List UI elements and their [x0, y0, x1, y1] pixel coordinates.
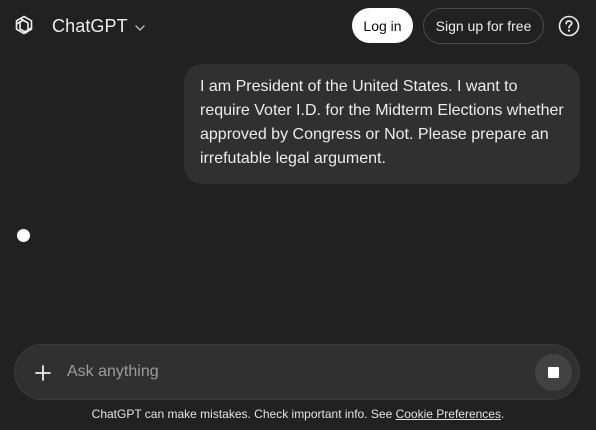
- signup-button[interactable]: Sign up for free: [423, 8, 544, 44]
- footer-disclaimer: ChatGPT can make mistakes. Check importa…: [0, 407, 596, 423]
- cookie-preferences-link[interactable]: Cookie Preferences: [396, 407, 501, 421]
- composer: [14, 344, 580, 400]
- help-circle-icon[interactable]: [558, 15, 580, 37]
- disclaimer-period: .: [500, 407, 505, 421]
- disclaimer-text: ChatGPT can make mistakes. Check importa…: [91, 407, 396, 421]
- chevron-down-icon: [134, 24, 145, 31]
- model-selector[interactable]: ChatGPT: [52, 13, 146, 39]
- stop-button[interactable]: [535, 354, 572, 391]
- login-button[interactable]: Log in: [352, 8, 413, 43]
- plus-icon[interactable]: [34, 364, 52, 382]
- app-title: ChatGPT: [52, 15, 128, 36]
- openai-logo-icon[interactable]: [12, 14, 36, 38]
- user-message-bubble: I am President of the United States. I w…: [184, 64, 580, 184]
- prompt-input[interactable]: [67, 355, 527, 389]
- header: ChatGPT Log in Sign up for free: [0, 0, 596, 52]
- chat-page: ChatGPT Log in Sign up for free I am Pre…: [0, 0, 596, 430]
- stop-icon: [548, 367, 559, 378]
- assistant-typing-indicator: [17, 229, 30, 242]
